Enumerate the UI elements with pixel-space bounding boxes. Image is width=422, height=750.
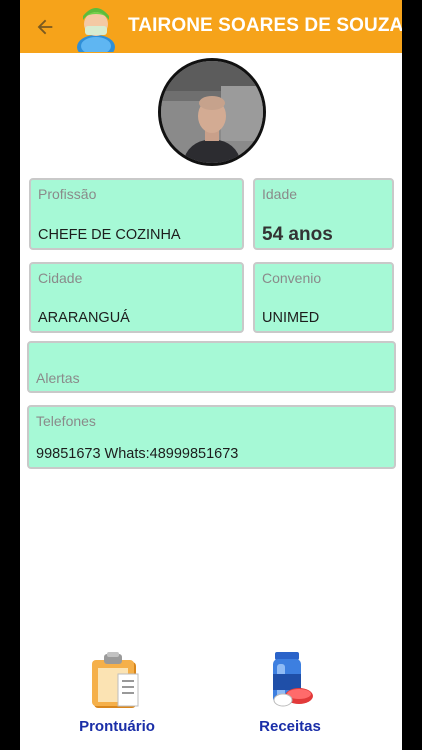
city-label: Cidade: [38, 270, 83, 286]
age-field: Idade 54 anos: [253, 178, 394, 250]
clipboard-icon: [92, 652, 139, 708]
patient-photo: [158, 58, 266, 166]
profession-value: CHEFE DE COZINHA: [38, 227, 181, 243]
profession-field: Profissão CHEFE DE COZINHA: [29, 178, 244, 250]
phones-field: Telefones 99851673 Whats:48999851673: [27, 405, 396, 469]
age-label: Idade: [262, 186, 298, 202]
medicine-bottle-icon: [273, 652, 313, 707]
city-field: Cidade ARARANGUÁ: [29, 262, 244, 333]
patient-avatar-icon: [77, 8, 115, 52]
prescriptions-label: Receitas: [259, 718, 321, 735]
arrow-left-icon: [37, 19, 53, 35]
medical-record-label: Prontuário: [79, 718, 155, 735]
phones-label: Telefones: [36, 413, 96, 429]
patient-photo-image: [161, 61, 263, 163]
patient-name-title: TAIRONE SOARES DE SOUZA: [128, 15, 402, 36]
patient-screen: TAIRONE SOARES DE SOUZA Profissão CHEFE …: [20, 0, 402, 750]
medical-record-button[interactable]: Prontuário: [57, 650, 177, 742]
age-value: 54 anos: [262, 224, 333, 245]
profession-label: Profissão: [38, 186, 97, 202]
alerts-field: Alertas: [27, 341, 396, 393]
insurance-value: UNIMED: [262, 310, 320, 326]
insurance-label: Convenio: [262, 270, 322, 286]
back-button[interactable]: [30, 12, 60, 42]
app-bar: TAIRONE SOARES DE SOUZA: [20, 0, 402, 53]
city-value: ARARANGUÁ: [38, 310, 130, 326]
prescriptions-button[interactable]: Receitas: [230, 650, 350, 742]
phones-value: 99851673 Whats:48999851673: [36, 446, 239, 462]
insurance-field: Convenio UNIMED: [253, 262, 394, 333]
alerts-label: Alertas: [36, 370, 80, 386]
